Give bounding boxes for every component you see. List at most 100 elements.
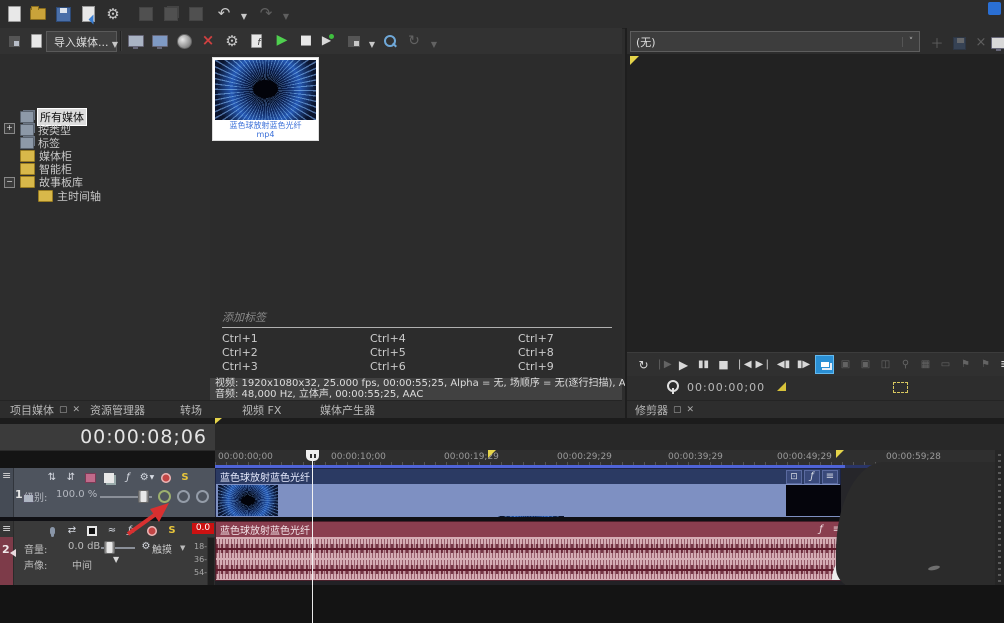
views-icon[interactable] (4, 31, 24, 51)
play-preview-icon[interactable]: ▶ (272, 30, 292, 50)
expand-plus-icon[interactable]: + (4, 123, 15, 134)
minimize-track-icon[interactable]: ⇵ (63, 471, 79, 484)
copy-icon (161, 4, 181, 24)
video-clip-titlebar[interactable]: 蓝色球放射蓝色光纤 ⊡ ƒ ≡ (216, 469, 840, 484)
stop-preview-icon[interactable]: ■ (296, 30, 316, 50)
compositing-mode-icon[interactable] (101, 471, 117, 484)
stop-icon[interactable]: ■ (715, 356, 732, 373)
automation-ring-icon[interactable] (196, 490, 209, 503)
media-item-card[interactable]: 蓝色球放射蓝色光纤 mp4 (213, 58, 318, 140)
go-to-start-icon[interactable]: ❘◀ (735, 356, 752, 373)
chevron-down-icon[interactable]: ˅ (902, 37, 919, 47)
track-motion-icon[interactable] (82, 471, 98, 484)
loop-playback-icon[interactable]: ↻ (635, 356, 652, 373)
tab-video-fx[interactable]: 视频 FX (238, 401, 285, 418)
normalize-wave-icon[interactable]: ≈ (104, 524, 120, 537)
tab-media-generators[interactable]: 媒体产生器 (316, 401, 379, 418)
meter-peak-badge[interactable]: 0.0 (192, 523, 214, 534)
previous-frame-icon[interactable]: ◀▮ (775, 356, 792, 373)
external-monitor-icon[interactable] (989, 33, 1004, 53)
shortcut-label: Ctrl+1 (222, 332, 258, 345)
mute-track-icon[interactable] (144, 524, 160, 537)
event-fx-icon[interactable]: ƒ (804, 470, 820, 484)
import-dropdown-icon[interactable]: ▼ (105, 34, 125, 54)
close-tab-icon[interactable]: ✕ (687, 405, 695, 415)
tree-item-storyboard[interactable]: 故事板库 (20, 175, 83, 188)
solo-track-icon[interactable]: S (177, 471, 193, 484)
audio-track-header[interactable]: ≡ 2 ⇄ ≈ ƒ▼ S 0.0 音量: 0.0 dB ⚙ 触摸 ▼ (0, 521, 215, 586)
extract-audio-icon[interactable] (174, 31, 194, 51)
pause-icon[interactable]: ▮▮ (695, 356, 712, 373)
preferences-gear-icon[interactable]: ⚙ (103, 4, 123, 24)
close-tab-icon[interactable]: ✕ (73, 405, 81, 415)
input-monitor-icon[interactable]: ⇄ (64, 524, 80, 537)
track-grip[interactable]: ≡ (0, 468, 14, 517)
pan-center-marker-icon[interactable]: ▼ (113, 555, 119, 564)
preview-menu-icon[interactable]: ≡ (997, 356, 1004, 373)
tab-trimmer[interactable]: 修剪器 ▢ ✕ (631, 401, 698, 418)
audio-clip-body[interactable] (216, 537, 846, 580)
selection-area-icon[interactable] (893, 382, 908, 393)
float-window-icon[interactable]: ▢ (673, 405, 682, 415)
undo-dropdown-icon[interactable]: ▼ (234, 6, 254, 26)
play-from-start-icon[interactable]: ❘▶ (655, 356, 672, 373)
expand-track-icon[interactable]: ⇅ (44, 471, 60, 484)
automation-ring-icon[interactable] (177, 490, 190, 503)
track-menu-icon[interactable]: ≡ (2, 522, 11, 535)
auto-preview-icon[interactable]: ▶ (318, 30, 338, 50)
copy-snapshot-icon[interactable] (815, 355, 834, 374)
record-arm-mic-icon[interactable] (44, 524, 60, 537)
mute-track-icon[interactable] (158, 471, 174, 484)
go-to-end-icon[interactable]: ▶❘ (755, 356, 772, 373)
volume-slider-handle[interactable] (104, 541, 115, 554)
solo-track-icon[interactable]: S (164, 524, 180, 537)
next-frame-icon[interactable]: ▮▶ (795, 356, 812, 373)
get-from-device-icon[interactable] (150, 31, 170, 51)
undo-icon[interactable]: ↶ (214, 3, 234, 23)
loop-region-marker-icon[interactable] (488, 450, 496, 458)
video-track-header[interactable]: ≡ 1 ⇅ ⇵ ƒ ⚙▼ S 级别: 100.0 % (0, 468, 215, 518)
audio-clip[interactable]: 蓝色球放射蓝色光纤 ƒ ≡ (215, 521, 847, 581)
project-properties-icon[interactable] (78, 4, 98, 24)
video-fx-select[interactable]: (无) ˅ (630, 31, 920, 52)
pan-crop-icon[interactable]: ⊡ (786, 470, 802, 484)
loop-region-marker-icon[interactable] (836, 450, 844, 458)
search-icon[interactable] (380, 32, 400, 52)
play-icon[interactable]: ▶ (675, 356, 692, 373)
playhead-handle[interactable] (306, 450, 319, 461)
zoom-tool-icon: ⚲ (897, 356, 914, 373)
view-dropdown-icon[interactable]: ▼ (362, 34, 382, 54)
video-clip-body[interactable] (216, 484, 840, 517)
remove-media-icon[interactable]: × (198, 30, 218, 50)
automation-settings-icon[interactable]: ⚙▼ (139, 471, 155, 484)
automation-ring-icon[interactable] (158, 490, 171, 503)
media-fx-icon[interactable]: f (246, 31, 266, 51)
tree-item-main-timeline[interactable]: 主时间轴 (38, 189, 101, 202)
track-menu-icon[interactable]: ≡ (2, 469, 11, 482)
thumbnail-view-icon[interactable] (344, 31, 364, 51)
new-project-icon[interactable] (4, 4, 24, 24)
save-project-icon[interactable] (53, 4, 73, 24)
automation-mode-value[interactable]: 触摸 (152, 541, 172, 556)
tab-project-media[interactable]: 项目媒体 ▢ ✕ (6, 401, 84, 418)
level-slider-handle[interactable] (138, 490, 149, 503)
float-window-icon[interactable]: ▢ (59, 405, 68, 415)
tab-label: 转场 (180, 402, 202, 418)
phase-invert-icon[interactable] (84, 524, 100, 537)
track-fx-icon[interactable]: ƒ▼ (124, 524, 140, 537)
media-properties-gear-icon[interactable]: ⚙ (222, 31, 242, 51)
event-fx-icon[interactable]: ƒ (814, 524, 828, 536)
new-bin-icon[interactable] (26, 31, 46, 51)
timeline-timecode-display[interactable]: 00:00:08;06 (0, 424, 215, 451)
add-tag-input[interactable]: 添加标签 (222, 309, 266, 325)
automation-dropdown-icon[interactable]: ▼ (180, 544, 185, 552)
audio-clip-titlebar[interactable]: 蓝色球放射蓝色光纤 ƒ ≡ (216, 522, 846, 537)
tab-explorer[interactable]: 资源管理器 (86, 401, 149, 418)
collapse-minus-icon[interactable]: − (4, 177, 15, 188)
event-menu-icon[interactable]: ≡ (822, 470, 838, 484)
track-fx-icon[interactable]: ƒ (120, 471, 136, 484)
video-clip[interactable]: 蓝色球放射蓝色光纤 ⊡ ƒ ≡ (215, 468, 841, 516)
capture-video-icon[interactable] (126, 31, 146, 51)
tab-transitions[interactable]: 转场 (176, 401, 206, 418)
open-project-icon[interactable] (28, 4, 48, 24)
